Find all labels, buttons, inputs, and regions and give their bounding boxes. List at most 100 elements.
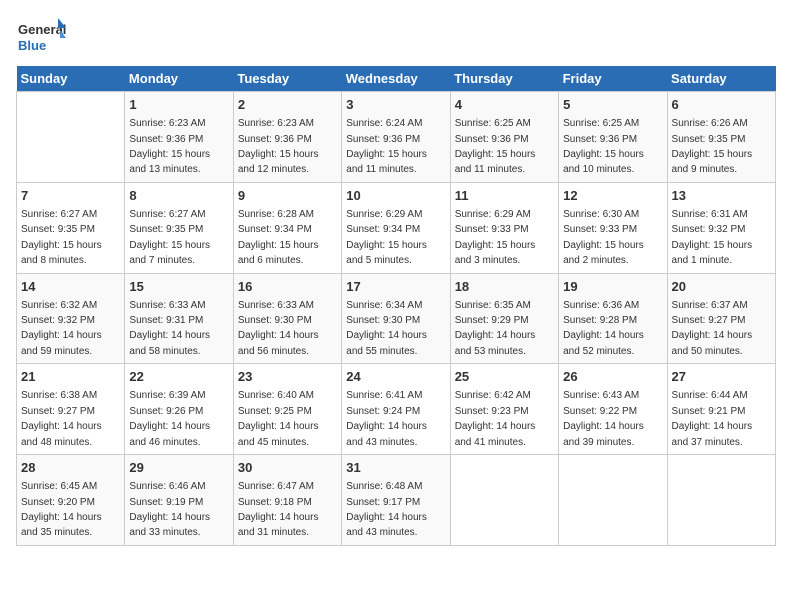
- daylight-text: Daylight: 14 hours and 37 minutes.: [672, 421, 753, 447]
- sunrise-text: Sunrise: 6:46 AM: [129, 481, 205, 492]
- daylight-text: Daylight: 15 hours and 8 minutes.: [21, 240, 102, 266]
- sunrise-text: Sunrise: 6:26 AM: [672, 118, 748, 129]
- daylight-text: Daylight: 14 hours and 59 minutes.: [21, 330, 102, 356]
- calendar-cell: 30 Sunrise: 6:47 AM Sunset: 9:18 PM Dayl…: [233, 455, 341, 546]
- sunset-text: Sunset: 9:33 PM: [455, 224, 529, 235]
- sunset-text: Sunset: 9:36 PM: [129, 134, 203, 145]
- calendar-header: SundayMondayTuesdayWednesdayThursdayFrid…: [17, 66, 776, 92]
- calendar-cell: 12 Sunrise: 6:30 AM Sunset: 9:33 PM Dayl…: [559, 182, 667, 273]
- sunset-text: Sunset: 9:33 PM: [563, 224, 637, 235]
- sunrise-text: Sunrise: 6:29 AM: [455, 209, 531, 220]
- daylight-text: Daylight: 15 hours and 5 minutes.: [346, 240, 427, 266]
- sunrise-text: Sunrise: 6:42 AM: [455, 390, 531, 401]
- day-number: 9: [238, 187, 337, 205]
- day-number: 7: [21, 187, 120, 205]
- sunrise-text: Sunrise: 6:43 AM: [563, 390, 639, 401]
- weekday-header: Wednesday: [342, 66, 450, 92]
- calendar-cell: 21 Sunrise: 6:38 AM Sunset: 9:27 PM Dayl…: [17, 364, 125, 455]
- daylight-text: Daylight: 14 hours and 56 minutes.: [238, 330, 319, 356]
- sunset-text: Sunset: 9:23 PM: [455, 406, 529, 417]
- sunset-text: Sunset: 9:35 PM: [21, 224, 95, 235]
- weekday-header: Saturday: [667, 66, 775, 92]
- sunrise-text: Sunrise: 6:27 AM: [129, 209, 205, 220]
- weekday-header: Thursday: [450, 66, 558, 92]
- calendar-cell: 26 Sunrise: 6:43 AM Sunset: 9:22 PM Dayl…: [559, 364, 667, 455]
- calendar-cell: [559, 455, 667, 546]
- calendar-week-row: 21 Sunrise: 6:38 AM Sunset: 9:27 PM Dayl…: [17, 364, 776, 455]
- daylight-text: Daylight: 15 hours and 13 minutes.: [129, 149, 210, 175]
- calendar-cell: 20 Sunrise: 6:37 AM Sunset: 9:27 PM Dayl…: [667, 273, 775, 364]
- sunset-text: Sunset: 9:36 PM: [563, 134, 637, 145]
- day-number: 13: [672, 187, 771, 205]
- daylight-text: Daylight: 15 hours and 6 minutes.: [238, 240, 319, 266]
- day-number: 11: [455, 187, 554, 205]
- logo-svg: General Blue: [16, 16, 66, 58]
- day-number: 12: [563, 187, 662, 205]
- sunrise-text: Sunrise: 6:23 AM: [238, 118, 314, 129]
- sunrise-text: Sunrise: 6:24 AM: [346, 118, 422, 129]
- sunset-text: Sunset: 9:18 PM: [238, 497, 312, 508]
- sunset-text: Sunset: 9:35 PM: [672, 134, 746, 145]
- sunset-text: Sunset: 9:36 PM: [238, 134, 312, 145]
- calendar-cell: 18 Sunrise: 6:35 AM Sunset: 9:29 PM Dayl…: [450, 273, 558, 364]
- sunrise-text: Sunrise: 6:31 AM: [672, 209, 748, 220]
- day-number: 28: [21, 459, 120, 477]
- daylight-text: Daylight: 15 hours and 11 minutes.: [455, 149, 536, 175]
- daylight-text: Daylight: 14 hours and 53 minutes.: [455, 330, 536, 356]
- sunrise-text: Sunrise: 6:45 AM: [21, 481, 97, 492]
- daylight-text: Daylight: 14 hours and 39 minutes.: [563, 421, 644, 447]
- sunset-text: Sunset: 9:30 PM: [346, 315, 420, 326]
- sunset-text: Sunset: 9:31 PM: [129, 315, 203, 326]
- calendar-cell: 14 Sunrise: 6:32 AM Sunset: 9:32 PM Dayl…: [17, 273, 125, 364]
- day-number: 24: [346, 368, 445, 386]
- calendar-cell: 7 Sunrise: 6:27 AM Sunset: 9:35 PM Dayli…: [17, 182, 125, 273]
- sunrise-text: Sunrise: 6:48 AM: [346, 481, 422, 492]
- sunrise-text: Sunrise: 6:28 AM: [238, 209, 314, 220]
- calendar-cell: 22 Sunrise: 6:39 AM Sunset: 9:26 PM Dayl…: [125, 364, 233, 455]
- calendar-cell: 16 Sunrise: 6:33 AM Sunset: 9:30 PM Dayl…: [233, 273, 341, 364]
- calendar-cell: 3 Sunrise: 6:24 AM Sunset: 9:36 PM Dayli…: [342, 92, 450, 183]
- sunset-text: Sunset: 9:21 PM: [672, 406, 746, 417]
- calendar-cell: 2 Sunrise: 6:23 AM Sunset: 9:36 PM Dayli…: [233, 92, 341, 183]
- sunset-text: Sunset: 9:20 PM: [21, 497, 95, 508]
- day-number: 29: [129, 459, 228, 477]
- sunrise-text: Sunrise: 6:44 AM: [672, 390, 748, 401]
- calendar-cell: [17, 92, 125, 183]
- daylight-text: Daylight: 14 hours and 31 minutes.: [238, 512, 319, 538]
- sunset-text: Sunset: 9:32 PM: [672, 224, 746, 235]
- sunrise-text: Sunrise: 6:23 AM: [129, 118, 205, 129]
- calendar-cell: 10 Sunrise: 6:29 AM Sunset: 9:34 PM Dayl…: [342, 182, 450, 273]
- day-number: 10: [346, 187, 445, 205]
- day-number: 20: [672, 278, 771, 296]
- sunset-text: Sunset: 9:17 PM: [346, 497, 420, 508]
- calendar-week-row: 7 Sunrise: 6:27 AM Sunset: 9:35 PM Dayli…: [17, 182, 776, 273]
- day-number: 23: [238, 368, 337, 386]
- sunrise-text: Sunrise: 6:27 AM: [21, 209, 97, 220]
- sunrise-text: Sunrise: 6:29 AM: [346, 209, 422, 220]
- day-number: 31: [346, 459, 445, 477]
- sunrise-text: Sunrise: 6:35 AM: [455, 300, 531, 311]
- calendar-cell: 8 Sunrise: 6:27 AM Sunset: 9:35 PM Dayli…: [125, 182, 233, 273]
- page-header: General Blue: [16, 16, 776, 58]
- calendar-cell: 31 Sunrise: 6:48 AM Sunset: 9:17 PM Dayl…: [342, 455, 450, 546]
- daylight-text: Daylight: 15 hours and 12 minutes.: [238, 149, 319, 175]
- day-number: 27: [672, 368, 771, 386]
- svg-text:Blue: Blue: [18, 38, 46, 53]
- sunrise-text: Sunrise: 6:30 AM: [563, 209, 639, 220]
- sunrise-text: Sunrise: 6:38 AM: [21, 390, 97, 401]
- day-number: 3: [346, 96, 445, 114]
- daylight-text: Daylight: 14 hours and 41 minutes.: [455, 421, 536, 447]
- sunset-text: Sunset: 9:26 PM: [129, 406, 203, 417]
- sunrise-text: Sunrise: 6:33 AM: [129, 300, 205, 311]
- weekday-header: Tuesday: [233, 66, 341, 92]
- calendar-body: 1 Sunrise: 6:23 AM Sunset: 9:36 PM Dayli…: [17, 92, 776, 546]
- daylight-text: Daylight: 15 hours and 11 minutes.: [346, 149, 427, 175]
- day-number: 6: [672, 96, 771, 114]
- day-number: 8: [129, 187, 228, 205]
- day-number: 1: [129, 96, 228, 114]
- daylight-text: Daylight: 15 hours and 3 minutes.: [455, 240, 536, 266]
- sunset-text: Sunset: 9:32 PM: [21, 315, 95, 326]
- calendar-cell: [450, 455, 558, 546]
- calendar-cell: 24 Sunrise: 6:41 AM Sunset: 9:24 PM Dayl…: [342, 364, 450, 455]
- calendar-cell: 4 Sunrise: 6:25 AM Sunset: 9:36 PM Dayli…: [450, 92, 558, 183]
